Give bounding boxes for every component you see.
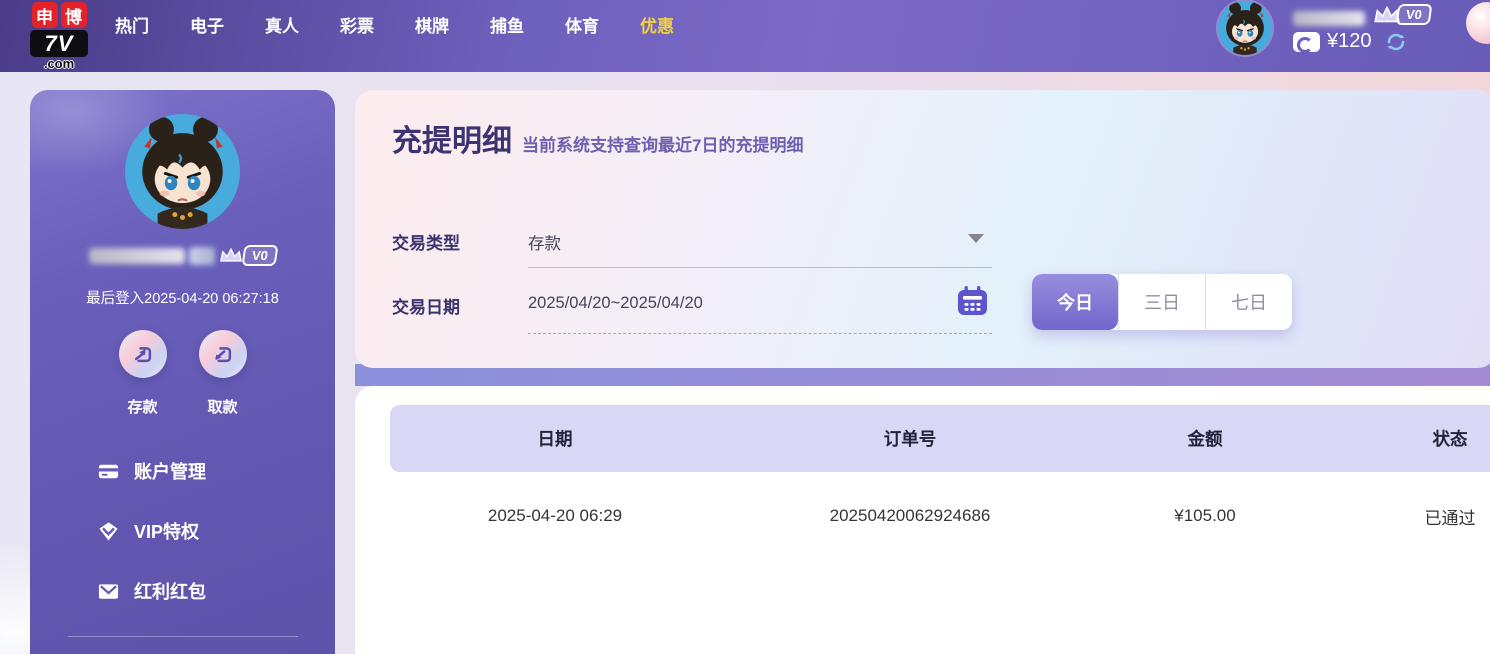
withdraw-button[interactable]: 取款 [199,330,247,417]
refresh-balance-icon[interactable] [1385,31,1407,53]
records-panel: 日期 订单号 金额 状态 2025-04-20 06:29 2025042006… [355,386,1490,654]
sidebar-menu: 账户管理 VIP特权 红利红包 [97,455,317,635]
nav-item-slots[interactable]: 电子 [190,14,224,40]
date-range-buttons: 今日 三日 七日 [1032,274,1292,330]
sidebar-item-bonus[interactable]: 红利红包 [97,575,317,607]
balance-row: ¥120 [1293,30,1407,53]
sidebar-item-label: 账户管理 [134,458,206,484]
page-title: 充提明细 [392,116,512,160]
table-row: 2025-04-20 06:29 20250420062924686 ¥105.… [390,486,1490,546]
quick-actions: 存款 取款 [30,330,335,417]
range-today-button[interactable]: 今日 [1032,274,1118,330]
logo-com: .com [30,57,88,71]
header-order: 订单号 [720,426,1100,451]
vip-badge: V0 [1396,4,1433,25]
nav-item-promo[interactable]: 优惠 [640,14,674,40]
logo-badges: 申 博 [30,2,88,28]
date-range-input[interactable] [528,286,948,326]
top-nav: 申 博 7V .com 热门 电子 真人 彩票 棋牌 捕鱼 体育 优惠 V0 ¥… [0,0,1490,72]
profile-vip-badge: V0 [241,245,278,266]
withdraw-icon [199,330,247,378]
deposit-label: 存款 [127,396,157,417]
logo-7v: 7V [30,30,88,57]
page-subtitle: 当前系统支持查询最近7日的充提明细 [522,131,803,156]
gem-icon [97,520,120,543]
site-logo[interactable]: 申 博 7V .com [30,2,88,71]
vip-level: V0 [1373,4,1431,25]
cell-date: 2025-04-20 06:29 [390,506,720,526]
nav-item-fishing[interactable]: 捕鱼 [490,14,524,40]
sidebar-item-label: VIP特权 [134,518,199,544]
profile-name-row: V0 [30,245,335,266]
date-underline [528,333,992,334]
type-underline [528,267,992,268]
envelope-icon [97,580,120,603]
crown-icon [219,247,243,264]
deposit-icon [119,330,167,378]
card-icon [97,460,120,483]
wallet-icon [1293,32,1320,52]
cell-amount: ¥105.00 [1100,506,1310,526]
last-login-text: 最后登入2025-04-20 06:27:18 [30,287,335,308]
nav-item-lottery[interactable]: 彩票 [340,14,374,40]
sidebar-item-account[interactable]: 账户管理 [97,455,317,487]
range-7day-button[interactable]: 七日 [1205,274,1292,330]
cell-order: 20250420062924686 [720,506,1100,526]
cell-status: 已通过 [1310,504,1490,529]
profile-username-blurred-2 [189,247,215,265]
sidebar-divider [68,636,298,637]
sidebar: V0 最后登入2025-04-20 06:27:18 存款 取款 [30,90,335,654]
logo-badge-bo: 博 [61,2,87,28]
sidebar-item-vip[interactable]: VIP特权 [97,515,317,547]
user-avatar[interactable] [1218,1,1272,55]
balance-amount: ¥120 [1327,30,1372,53]
type-select[interactable] [528,220,992,260]
profile-avatar[interactable] [125,114,240,229]
header-status: 状态 [1310,426,1490,451]
type-label: 交易类型 [392,229,460,254]
nav-item-sports[interactable]: 体育 [565,14,599,40]
username-blurred [1293,11,1365,26]
deposit-button[interactable]: 存款 [119,330,167,417]
header-amount: 金额 [1100,426,1310,451]
date-label: 交易日期 [392,293,460,318]
header-date: 日期 [390,426,720,451]
profile-username-blurred [89,248,185,264]
nav-menu: 热门 电子 真人 彩票 棋牌 捕鱼 体育 优惠 [115,14,674,40]
chevron-down-icon [968,234,984,243]
filter-panel: 充提明细 当前系统支持查询最近7日的充提明细 交易类型 存款 交易日期 2025… [355,90,1490,368]
table-header: 日期 订单号 金额 状态 [390,405,1490,472]
nav-item-chess[interactable]: 棋牌 [415,14,449,40]
user-cluster: V0 ¥120 [1215,0,1475,66]
nav-item-hot[interactable]: 热门 [115,14,149,40]
nav-item-live[interactable]: 真人 [265,14,299,40]
range-3day-button[interactable]: 三日 [1118,274,1205,330]
logo-badge-shen: 申 [32,2,58,28]
withdraw-label: 取款 [207,396,237,417]
calendar-icon[interactable] [956,284,989,322]
sidebar-item-label: 红利红包 [134,578,206,604]
